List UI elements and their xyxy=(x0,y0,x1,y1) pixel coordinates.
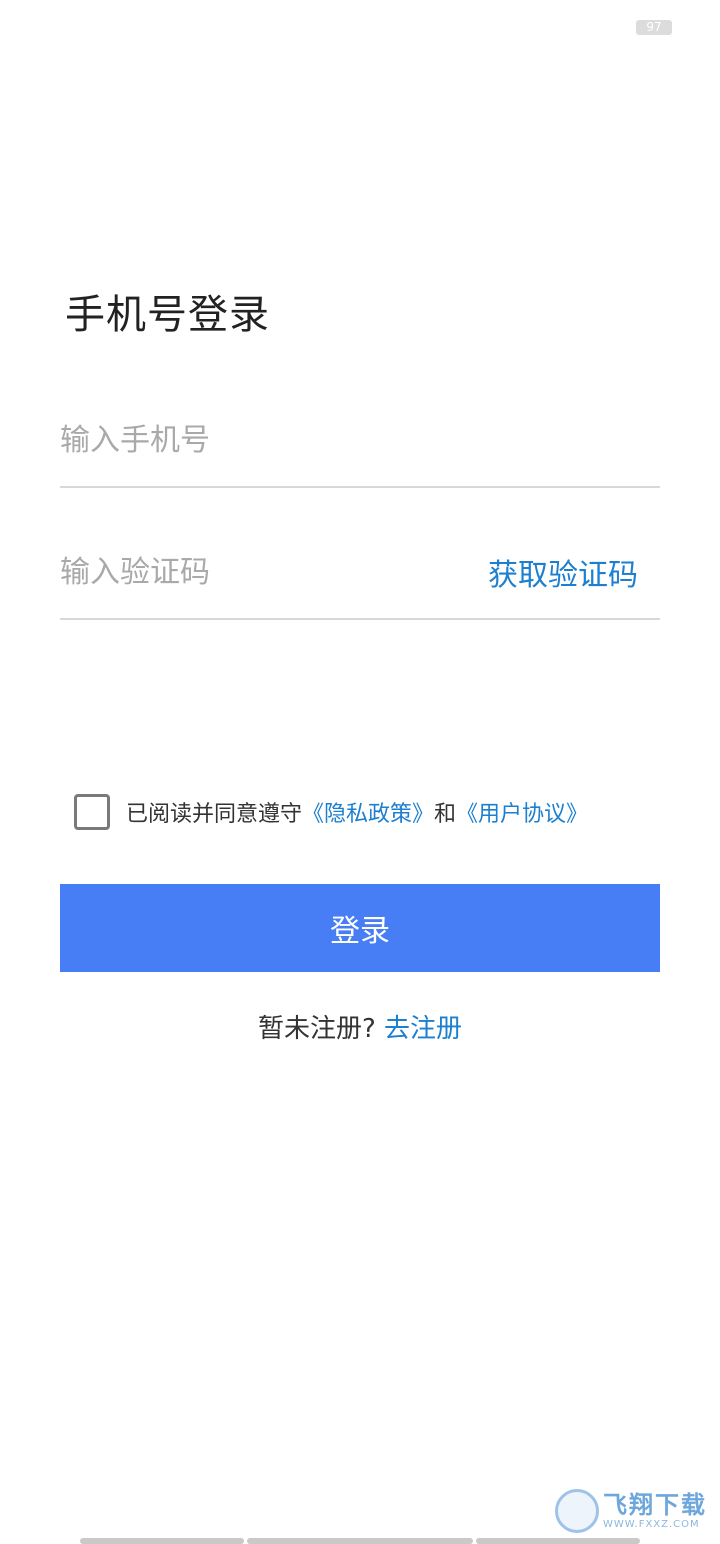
phone-input[interactable] xyxy=(60,410,460,470)
watermark-url: WWW.FXXZ.COM xyxy=(603,1519,700,1530)
login-button[interactable]: 登录 xyxy=(60,884,660,972)
phone-field xyxy=(60,398,660,488)
verification-code-field: 获取验证码 xyxy=(60,530,660,620)
page-title: 手机号登录 xyxy=(65,292,270,338)
get-code-button[interactable]: 获取验证码 xyxy=(488,550,638,594)
user-agreement-link[interactable]: 《用户协议》 xyxy=(456,796,588,828)
status-bar: 97 xyxy=(0,0,720,56)
watermark-icon xyxy=(555,1489,599,1533)
agreement-row: 已阅读并同意遵守 《隐私政策》 和 《用户协议》 xyxy=(74,793,588,831)
home-indicator-center xyxy=(247,1538,473,1544)
register-row: 暂未注册? 去注册 xyxy=(0,1008,720,1045)
register-prompt: 暂未注册? xyxy=(257,1014,376,1044)
watermark-logo: 飞翔下载 WWW.FXXZ.COM xyxy=(555,1486,715,1536)
home-indicator-right xyxy=(476,1538,640,1544)
battery-indicator: 97 xyxy=(636,20,672,35)
agreement-text: 已阅读并同意遵守 xyxy=(126,802,303,827)
register-link[interactable]: 去注册 xyxy=(384,1014,462,1044)
verification-code-input[interactable] xyxy=(60,542,460,602)
agreement-conjunction: 和 xyxy=(434,802,457,827)
watermark-text: 飞翔下载 xyxy=(603,1491,707,1519)
home-indicator-left xyxy=(80,1538,244,1544)
agreement-checkbox[interactable] xyxy=(74,794,110,830)
privacy-policy-link[interactable]: 《隐私政策》 xyxy=(302,796,434,828)
